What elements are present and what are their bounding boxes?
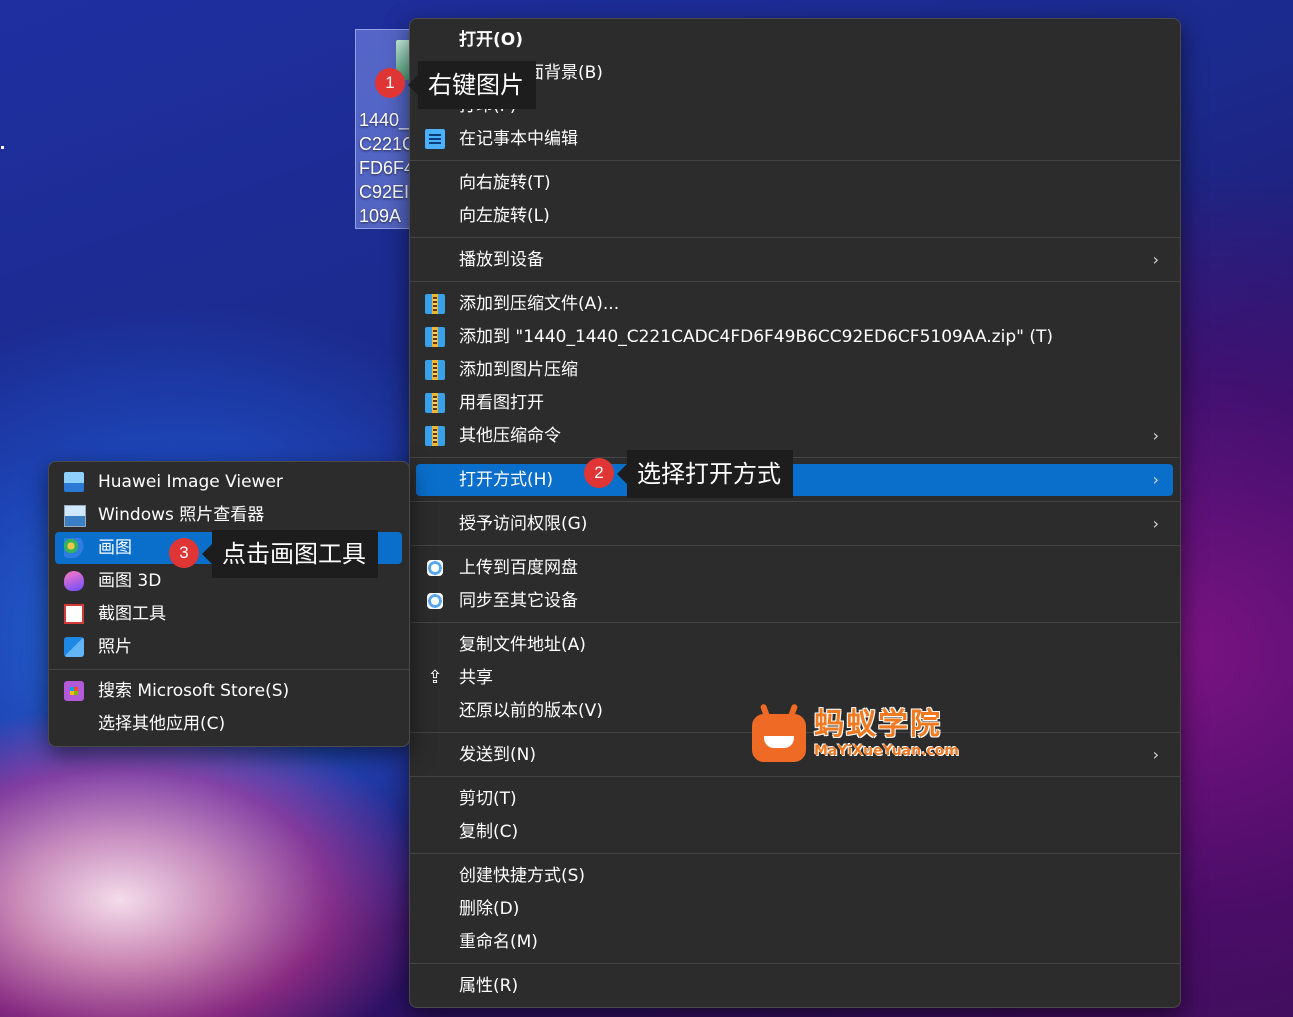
menu-item-cut[interactable]: 剪切(T) <box>416 783 1173 815</box>
menu-separator <box>410 963 1180 964</box>
menu-item-edit-notepad[interactable]: 在记事本中编辑 <box>416 123 1173 155</box>
menu-separator <box>410 853 1180 854</box>
menu-item-add-archive[interactable]: 添加到压缩文件(A)... <box>416 288 1173 320</box>
menu-separator <box>410 545 1180 546</box>
annotation-step1-callout: 右键图片 <box>408 61 536 109</box>
archive-icon <box>425 426 445 446</box>
microsoft-store-icon <box>64 681 84 701</box>
menu-item-properties[interactable]: 属性(R) <box>416 970 1173 1002</box>
baidu-cloud-icon <box>427 560 443 576</box>
menu-item-sync-devices[interactable]: 同步至其它设备 <box>416 585 1173 617</box>
chevron-right-icon: › <box>1152 514 1159 533</box>
menu-item-share[interactable]: ⇪ 共享 <box>416 662 1173 694</box>
chevron-right-icon: › <box>1152 745 1159 764</box>
annotation-step2-badge: 2 <box>584 458 614 488</box>
annotation-step3-callout: 点击画图工具 <box>202 530 378 578</box>
menu-item-copy[interactable]: 复制(C) <box>416 816 1173 848</box>
menu-item-delete[interactable]: 删除(D) <box>416 893 1173 925</box>
menu-item-create-shortcut[interactable]: 创建快捷方式(S) <box>416 860 1173 892</box>
menu-item-rotate-left[interactable]: 向左旋转(L) <box>416 200 1173 232</box>
menu-item-open-with-viewer[interactable]: 用看图打开 <box>416 387 1173 419</box>
submenu-item-huawei-viewer[interactable]: Huawei Image Viewer <box>55 466 402 498</box>
annotation-step2-callout: 选择打开方式 <box>617 450 793 498</box>
image-viewer-icon <box>64 472 84 492</box>
desktop-dot <box>1 146 4 149</box>
menu-separator <box>49 669 409 670</box>
submenu-item-windows-photo-viewer[interactable]: Windows 照片查看器 <box>55 499 402 531</box>
chevron-right-icon: › <box>1152 470 1159 489</box>
menu-separator <box>410 160 1180 161</box>
menu-item-other-compress[interactable]: 其他压缩命令 › <box>416 420 1173 452</box>
menu-separator <box>410 776 1180 777</box>
photo-viewer-icon <box>64 505 86 527</box>
annotation-step1-badge: 1 <box>375 68 405 98</box>
menu-item-give-access[interactable]: 授予访问权限(G) › <box>416 508 1173 540</box>
archive-icon <box>425 393 445 413</box>
submenu-item-snipping[interactable]: 截图工具 <box>55 598 402 630</box>
open-with-submenu: Huawei Image Viewer Windows 照片查看器 画图 画图 … <box>48 461 410 747</box>
menu-separator <box>410 501 1180 502</box>
photos-icon <box>64 637 84 657</box>
notepad-icon <box>425 129 445 149</box>
menu-item-open-with[interactable]: 打开方式(H) › <box>416 464 1173 496</box>
menu-item-cast[interactable]: 播放到设备 › <box>416 244 1173 276</box>
menu-item-upload-baidu[interactable]: 上传到百度网盘 <box>416 552 1173 584</box>
menu-item-add-to-zip[interactable]: 添加到 "1440_1440_C221CADC4FD6F49B6CC92ED6C… <box>416 321 1173 353</box>
desktop: 1440_ C221C FD6F4 C92EI 109A 打开(O) 设置为桌面… <box>0 0 1293 1017</box>
share-icon: ⇪ <box>427 667 443 688</box>
paint-palette-icon <box>64 538 84 558</box>
menu-item-rotate-right[interactable]: 向右旋转(T) <box>416 167 1173 199</box>
menu-item-rename[interactable]: 重命名(M) <box>416 926 1173 958</box>
menu-separator <box>410 281 1180 282</box>
watermark-subtitle: MaYiXueYuan.com <box>814 743 959 759</box>
annotation-step3-badge: 3 <box>169 538 199 568</box>
archive-icon <box>425 327 445 347</box>
chevron-right-icon: › <box>1152 426 1159 445</box>
submenu-item-search-store[interactable]: 搜索 Microsoft Store(S) <box>55 675 402 707</box>
file-icon[interactable]: 1440_ C221C FD6F4 C92EI 109A <box>355 29 417 229</box>
menu-item-copy-path[interactable]: 复制文件地址(A) <box>416 629 1173 661</box>
menu-separator <box>410 622 1180 623</box>
submenu-item-choose-other[interactable]: 选择其他应用(C) <box>55 708 402 740</box>
chevron-right-icon: › <box>1152 250 1159 269</box>
archive-icon <box>425 360 445 380</box>
archive-icon <box>425 294 445 314</box>
paint3d-icon <box>64 571 84 591</box>
watermark-title: 蚂蚁学院 <box>814 707 942 742</box>
submenu-item-photos[interactable]: 照片 <box>55 631 402 663</box>
menu-separator <box>410 457 1180 458</box>
context-menu: 打开(O) 设置为桌面背景(B) 打印(P) 在记事本中编辑 向右旋转(T) 向… <box>409 18 1181 1008</box>
snipping-tool-icon <box>64 604 84 624</box>
menu-item-open[interactable]: 打开(O) <box>416 24 1173 56</box>
watermark: 蚂蚁学院 MaYiXueYuan.com <box>750 706 970 766</box>
baidu-cloud-icon <box>427 593 443 609</box>
menu-item-add-image-compress[interactable]: 添加到图片压缩 <box>416 354 1173 386</box>
menu-separator <box>410 237 1180 238</box>
ant-logo-icon <box>752 714 806 762</box>
